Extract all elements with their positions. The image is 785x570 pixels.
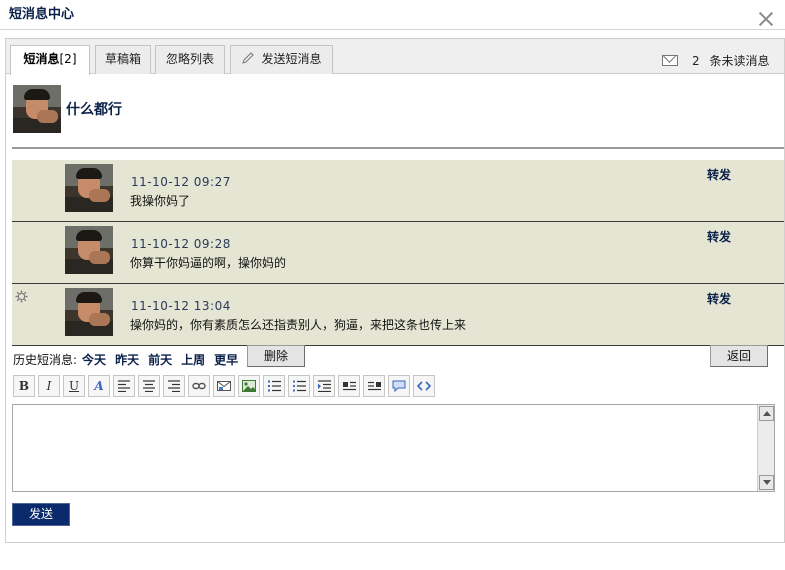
history-yesterday-link[interactable]: 昨天 — [115, 353, 139, 367]
align-center-button[interactable] — [138, 375, 160, 397]
editor-scrollbar[interactable] — [757, 405, 774, 491]
float-right-button[interactable] — [363, 375, 385, 397]
align-left-button[interactable] — [113, 375, 135, 397]
tab-drafts-label: 草稿箱 — [104, 52, 141, 66]
message-editor[interactable] — [12, 404, 775, 492]
message-timestamp: 11-10-12 09:28 — [131, 237, 231, 251]
ordered-list-icon — [267, 380, 281, 392]
tab-inbox[interactable]: 短消息[2] — [10, 45, 90, 75]
message-item: 11-10-12 13:04 操你妈的，你有素质怎么还指责别人，狗逼，来把这条也… — [12, 284, 784, 346]
quote-icon — [392, 380, 406, 392]
align-right-button[interactable] — [163, 375, 185, 397]
unread-label: 条未读消息 — [709, 54, 770, 68]
tab-ignore-list-label: 忽略列表 — [165, 52, 214, 66]
message-timestamp: 11-10-12 09:27 — [131, 175, 231, 189]
font-color-button[interactable]: A — [88, 375, 110, 397]
code-button[interactable] — [413, 375, 435, 397]
message-text: 你算干你妈逼的啊，操你妈的 — [130, 256, 287, 270]
sender-avatar[interactable] — [65, 288, 113, 336]
align-left-icon — [118, 380, 130, 392]
underline-button[interactable]: U — [63, 375, 85, 397]
unordered-list-button[interactable] — [288, 375, 310, 397]
tab-drafts[interactable]: 草稿箱 — [95, 45, 151, 74]
contact-avatar[interactable] — [13, 85, 61, 133]
tab-ignore-list[interactable]: 忽略列表 — [155, 45, 225, 74]
tab-compose-label: 发送短消息 — [261, 52, 322, 66]
indent-icon — [317, 380, 331, 392]
image-button[interactable] — [238, 375, 260, 397]
window-title: 短消息中心 — [9, 7, 75, 22]
code-icon — [417, 381, 431, 391]
tab-compose[interactable]: 发送短消息 — [230, 45, 333, 74]
image-icon — [242, 380, 256, 392]
link-icon — [192, 382, 206, 390]
scroll-up-icon[interactable] — [759, 406, 774, 421]
float-right-icon — [367, 381, 381, 391]
history-last-week-link[interactable]: 上周 — [181, 353, 205, 367]
history-earlier-link[interactable]: 更早 — [214, 353, 238, 367]
tab-bar: 短消息[2] 草稿箱 忽略列表 发送短消息 2 条未读消息 — [6, 39, 784, 75]
editor-content[interactable] — [17, 409, 752, 487]
title-bar: 短消息中心 — [0, 0, 785, 30]
back-button[interactable]: 返回 — [710, 345, 768, 367]
history-day-before-link[interactable]: 前天 — [148, 353, 172, 367]
message-text: 我操你妈了 — [130, 194, 191, 208]
unread-number: 2 — [692, 54, 700, 68]
sender-avatar[interactable] — [65, 226, 113, 274]
gear-icon[interactable] — [15, 290, 28, 303]
message-timestamp: 11-10-12 13:04 — [131, 299, 231, 313]
conversation-header: 什么都行 — [12, 85, 784, 149]
align-right-icon — [168, 380, 180, 392]
delete-button[interactable]: 删除 — [247, 345, 305, 367]
email-icon — [217, 381, 231, 391]
float-left-button[interactable] — [338, 375, 360, 397]
unread-count-badge: [2] — [59, 52, 77, 66]
float-left-icon — [342, 381, 356, 391]
message-center-panel: 短消息[2] 草稿箱 忽略列表 发送短消息 2 条未读消息 什么都行 11-10… — [5, 38, 785, 543]
close-icon[interactable] — [757, 10, 775, 28]
indent-button[interactable] — [313, 375, 335, 397]
contact-name[interactable]: 什么都行 — [66, 99, 122, 119]
message-item: 11-10-12 09:28 你算干你妈逼的啊，操你妈的 转发 — [12, 222, 784, 284]
message-text: 操你妈的，你有素质怎么还指责别人，狗逼，来把这条也传上来 — [130, 318, 467, 332]
link-button[interactable] — [188, 375, 210, 397]
forward-link[interactable]: 转发 — [707, 166, 731, 183]
tab-inbox-label: 短消息 — [23, 52, 60, 66]
forward-link[interactable]: 转发 — [707, 228, 731, 245]
bold-button[interactable]: B — [13, 375, 35, 397]
envelope-icon — [662, 55, 678, 66]
pencil-icon — [242, 52, 255, 64]
italic-button[interactable]: I — [38, 375, 60, 397]
message-item: 11-10-12 09:27 我操你妈了 转发 — [12, 160, 784, 222]
history-label: 历史短消息: — [13, 353, 78, 367]
history-today-link[interactable]: 今天 — [82, 353, 106, 367]
forward-link[interactable]: 转发 — [707, 290, 731, 307]
send-button[interactable]: 发送 — [12, 503, 70, 526]
quote-button[interactable] — [388, 375, 410, 397]
email-button[interactable] — [213, 375, 235, 397]
scroll-down-icon[interactable] — [759, 475, 774, 490]
sender-avatar[interactable] — [65, 164, 113, 212]
unread-indicator[interactable]: 2 条未读消息 — [662, 52, 769, 69]
align-center-icon — [143, 380, 155, 392]
history-filter: 历史短消息: 今天 昨天 前天 上周 更早 — [13, 351, 238, 368]
ordered-list-button[interactable] — [263, 375, 285, 397]
unordered-list-icon — [292, 380, 306, 392]
